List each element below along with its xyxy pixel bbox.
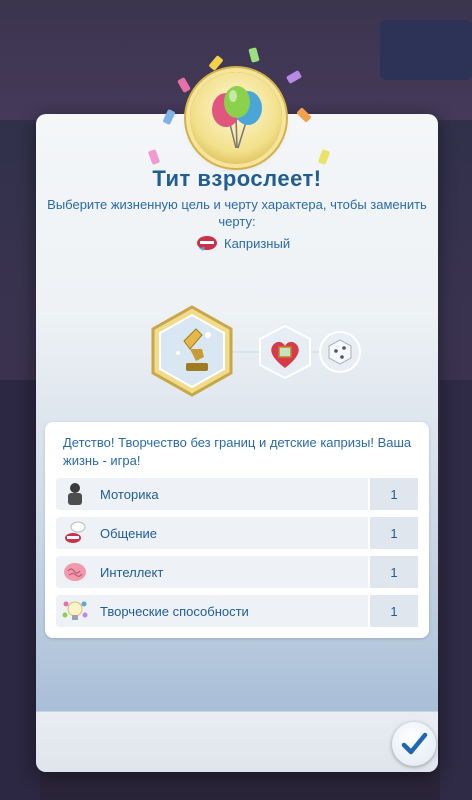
trait-name: Капризный bbox=[224, 235, 291, 251]
confirm-button[interactable] bbox=[392, 722, 436, 766]
skill-row: Творческие способности 1 bbox=[56, 595, 418, 627]
skill-row: Общение 1 bbox=[56, 517, 418, 549]
skill-value: 1 bbox=[368, 595, 418, 627]
creativity-icon bbox=[56, 595, 94, 627]
skill-value: 1 bbox=[368, 517, 418, 549]
skill-label: Творческие способности bbox=[100, 603, 249, 619]
current-trait: Капризный bbox=[196, 232, 290, 254]
skill-row: Интеллект 1 bbox=[56, 556, 418, 588]
balloons-icon bbox=[212, 86, 262, 149]
random-dice-button[interactable] bbox=[318, 330, 362, 374]
background-right bbox=[440, 380, 472, 800]
aspiration-panel: Детство! Творчество без границ и детские… bbox=[45, 422, 429, 638]
dialog-subtitle: Выберите жизненную цель и черту характер… bbox=[47, 197, 427, 229]
background-left bbox=[0, 380, 40, 800]
brain-icon bbox=[56, 556, 94, 588]
skill-label: Интеллект bbox=[100, 564, 164, 580]
trait-hexagon-button[interactable] bbox=[258, 324, 312, 380]
aspiration-hexagon-button[interactable] bbox=[150, 305, 234, 397]
skill-label: Моторика bbox=[100, 486, 159, 502]
connector-line bbox=[230, 351, 260, 353]
social-skill-icon bbox=[56, 517, 94, 549]
balloons-medallion bbox=[190, 72, 282, 164]
skill-value: 1 bbox=[368, 556, 418, 588]
skill-value: 1 bbox=[368, 478, 418, 510]
mouth-icon bbox=[197, 236, 217, 251]
motor-skill-icon bbox=[56, 478, 94, 510]
checkmark-icon bbox=[401, 732, 428, 755]
skill-row: Моторика 1 bbox=[56, 478, 418, 510]
background-shelf bbox=[380, 20, 472, 80]
aspiration-description: Детство! Творчество без границ и детские… bbox=[63, 435, 412, 468]
skill-label: Общение bbox=[100, 525, 158, 541]
dialog-title: Тит взрослеет! bbox=[152, 166, 322, 191]
dialog-footer bbox=[36, 711, 438, 772]
